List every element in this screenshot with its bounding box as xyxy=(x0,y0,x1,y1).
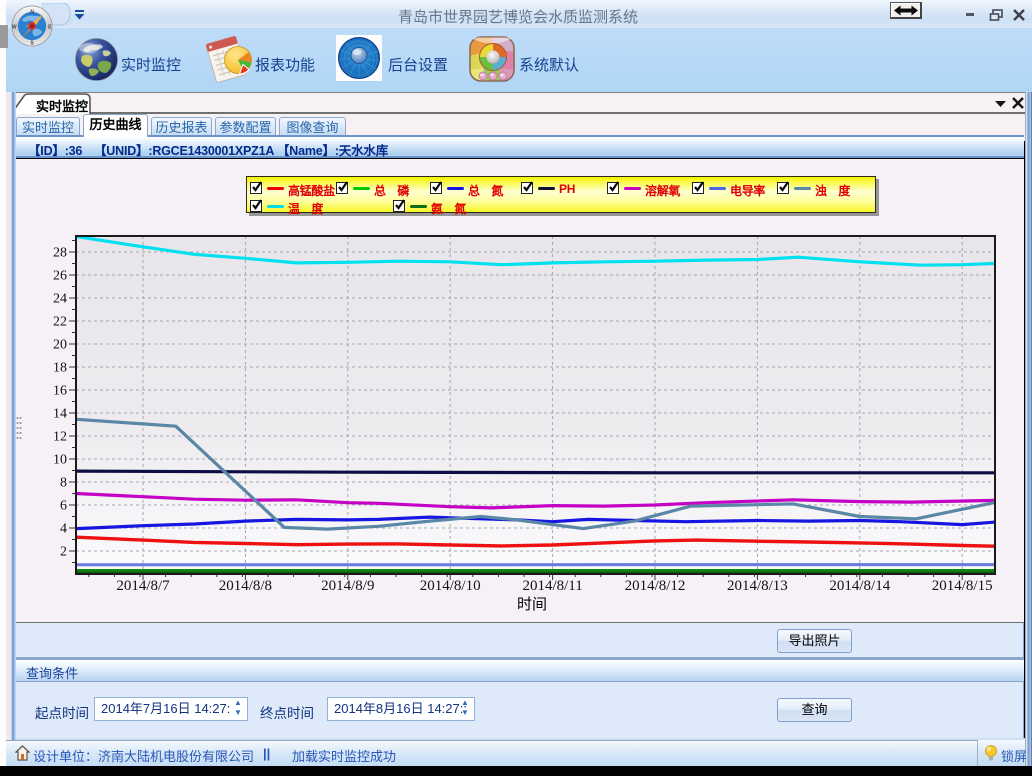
svg-text:2014/8/10: 2014/8/10 xyxy=(420,578,481,594)
svg-text:20: 20 xyxy=(53,338,67,353)
svg-text:6: 6 xyxy=(60,499,67,514)
svg-text:22: 22 xyxy=(53,315,67,330)
svg-text:2014/8/14: 2014/8/14 xyxy=(829,578,890,594)
svg-text:时间: 时间 xyxy=(517,596,547,613)
svg-text:16: 16 xyxy=(53,384,67,399)
svg-text:N: N xyxy=(30,10,34,16)
svg-text:12: 12 xyxy=(53,430,67,445)
svg-text:28: 28 xyxy=(53,246,67,261)
svg-text:14: 14 xyxy=(53,407,67,422)
svg-text:2014/8/11: 2014/8/11 xyxy=(522,578,582,594)
svg-text:2014/8/13: 2014/8/13 xyxy=(727,578,788,594)
svg-text:2: 2 xyxy=(60,545,67,560)
svg-text:2014/8/9: 2014/8/9 xyxy=(321,578,374,594)
svg-text:2014/8/7: 2014/8/7 xyxy=(116,578,170,594)
svg-text:10: 10 xyxy=(53,453,67,468)
svg-text:4: 4 xyxy=(60,522,67,537)
svg-text:26: 26 xyxy=(53,269,67,284)
svg-text:2014/8/8: 2014/8/8 xyxy=(219,578,272,594)
svg-text:8: 8 xyxy=(60,476,67,491)
svg-text:2014/8/15: 2014/8/15 xyxy=(932,578,993,594)
svg-text:24: 24 xyxy=(53,292,67,307)
svg-text:2014/8/12: 2014/8/12 xyxy=(625,578,686,594)
svg-text:W: W xyxy=(12,24,17,30)
svg-text:18: 18 xyxy=(53,361,67,376)
